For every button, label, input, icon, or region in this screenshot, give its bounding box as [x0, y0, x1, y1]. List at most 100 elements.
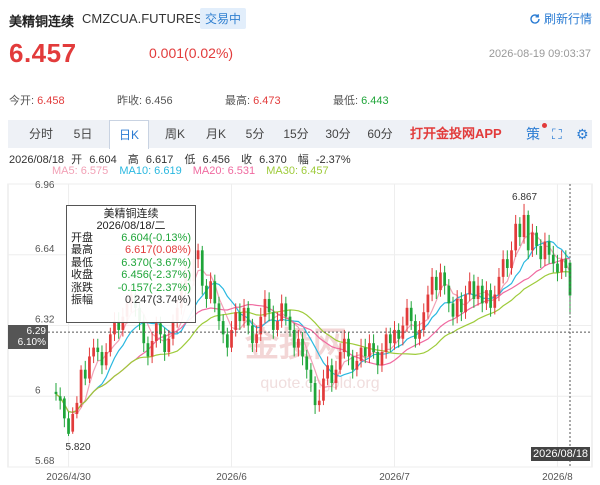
tooltip-row: 收盘 6.456(-2.37%) — [71, 269, 191, 282]
settings-icon[interactable]: ⚙ — [576, 125, 589, 143]
y-tick-label: 6.32 — [35, 315, 55, 326]
tooltip-row: 涨跌 -0.157(-2.37%) — [71, 281, 191, 294]
tooltip-row: 最高 6.617(0.08%) — [71, 244, 191, 257]
candle-body — [468, 281, 472, 295]
candle-body — [551, 254, 555, 264]
refresh-label: 刷新行情 — [543, 12, 592, 26]
tab-monthly-k[interactable]: 月K — [199, 120, 233, 148]
candle-body — [514, 223, 518, 251]
candle-body — [522, 214, 526, 238]
trading-status-badge: 交易中 — [200, 8, 247, 29]
candle-body — [388, 334, 392, 344]
y-tick-label: 6.64 — [35, 244, 55, 255]
stat-open: 今开: 6.458 — [9, 95, 65, 107]
tab-daily-k[interactable]: 日K — [109, 120, 149, 149]
candle-body — [397, 329, 401, 339]
refresh-icon — [530, 13, 540, 24]
candle-body — [459, 298, 463, 313]
candle-body — [242, 307, 246, 322]
candle-body — [75, 402, 79, 414]
strategy-icon[interactable]: 策 — [526, 125, 540, 143]
candle-body — [297, 338, 300, 348]
candle-body — [159, 323, 162, 335]
candle-body — [380, 352, 384, 366]
candle-body — [313, 382, 317, 406]
candle-body — [485, 290, 488, 304]
candle-body — [83, 369, 87, 379]
crosshair-date-badge: 2026/08/18 — [531, 447, 591, 461]
candle-body — [88, 356, 91, 379]
candle-body — [414, 321, 417, 339]
candle-body — [196, 250, 200, 260]
min-price-label: 5.820 — [66, 442, 91, 453]
open-app-link[interactable]: 打开金投网APP — [410, 120, 502, 148]
candle-body — [518, 223, 522, 238]
tooltip-row: 最低 6.370(-3.67%) — [71, 256, 191, 269]
candle-body — [330, 365, 334, 383]
x-tick-label: 2026/4/30 — [46, 472, 91, 483]
candle-body — [447, 285, 451, 304]
candle-body — [79, 369, 83, 403]
tab-weekly-k[interactable]: 周K — [158, 120, 192, 148]
tooltip-date: 2026/08/18/二 — [96, 220, 166, 232]
last-price: 6.457 — [9, 38, 77, 68]
quote-stats: 今开: 6.458 昨收: 6.456 最高: 6.473 最低: 6.443 — [0, 88, 600, 110]
candle-body — [443, 272, 446, 286]
candle-body — [497, 276, 501, 295]
fullscreen-icon[interactable]: ⛶ — [552, 125, 562, 143]
candle-body — [372, 343, 375, 353]
candle-body — [480, 285, 484, 304]
candle-body — [489, 290, 492, 308]
candle-body — [347, 338, 350, 357]
candle-body — [334, 369, 338, 383]
candle-body — [409, 307, 413, 322]
candle-body — [359, 347, 363, 361]
tab-5day[interactable]: 5日 — [68, 120, 98, 148]
candle-body — [167, 338, 171, 353]
candle-body — [501, 259, 505, 277]
header: 美精铜连续 CMZCUA.FUTURES 交易中 刷新行情 — [0, 0, 600, 34]
refresh-button[interactable]: 刷新行情 — [529, 10, 592, 27]
candle-body — [535, 232, 538, 246]
candle-body — [150, 340, 154, 357]
candle-body — [439, 272, 442, 291]
candle-body — [246, 307, 250, 326]
quote-datetime: 2026-08-19 09:03:37 — [488, 48, 591, 60]
candle-body — [322, 378, 325, 401]
tooltip-title: 美精铜连续 — [103, 208, 159, 220]
crosshair-tooltip: 美精铜连续 2026/08/18/二 开盘 6.604(-0.13%) 最高 6.6… — [66, 205, 196, 323]
candle-body — [271, 312, 275, 330]
candle-body — [108, 334, 112, 353]
candle-body — [276, 321, 279, 330]
candle-body — [418, 329, 421, 339]
candle-body — [317, 400, 321, 406]
y-tick-label: 6 — [35, 385, 41, 396]
candle-body — [200, 250, 204, 286]
tab-15min[interactable]: 15分 — [280, 120, 312, 148]
candle-body — [547, 241, 551, 255]
candle-body — [472, 281, 476, 299]
candle-body — [338, 352, 342, 370]
crosshair-price-badge: 6.29 6.10% — [8, 325, 48, 349]
candle-body — [451, 303, 455, 317]
max-price-label: 6.867 — [512, 192, 537, 203]
candle-body — [267, 298, 271, 313]
x-tick-label: 2026/6 — [216, 472, 247, 483]
candle-body — [476, 285, 480, 299]
x-tick-label: 2026/7 — [379, 472, 410, 483]
period-tabs: 分时 5日 日K 周K 月K 5分 15分 30分 60分 打开金投网APP 策… — [8, 120, 592, 149]
instrument-name: 美精铜连续 — [9, 14, 75, 29]
candle-body — [263, 298, 267, 317]
candle-body — [422, 312, 426, 330]
candle-body — [280, 303, 284, 322]
tab-intraday[interactable]: 分时 — [24, 120, 58, 148]
tab-60min[interactable]: 60分 — [364, 120, 396, 148]
candle-body — [363, 347, 367, 357]
tab-5min[interactable]: 5分 — [241, 120, 269, 148]
candle-body — [100, 352, 104, 366]
candle-body — [225, 334, 229, 348]
candle-body — [368, 343, 371, 357]
tab-30min[interactable]: 30分 — [322, 120, 354, 148]
candle-body — [255, 334, 258, 344]
candle-body — [543, 241, 547, 260]
